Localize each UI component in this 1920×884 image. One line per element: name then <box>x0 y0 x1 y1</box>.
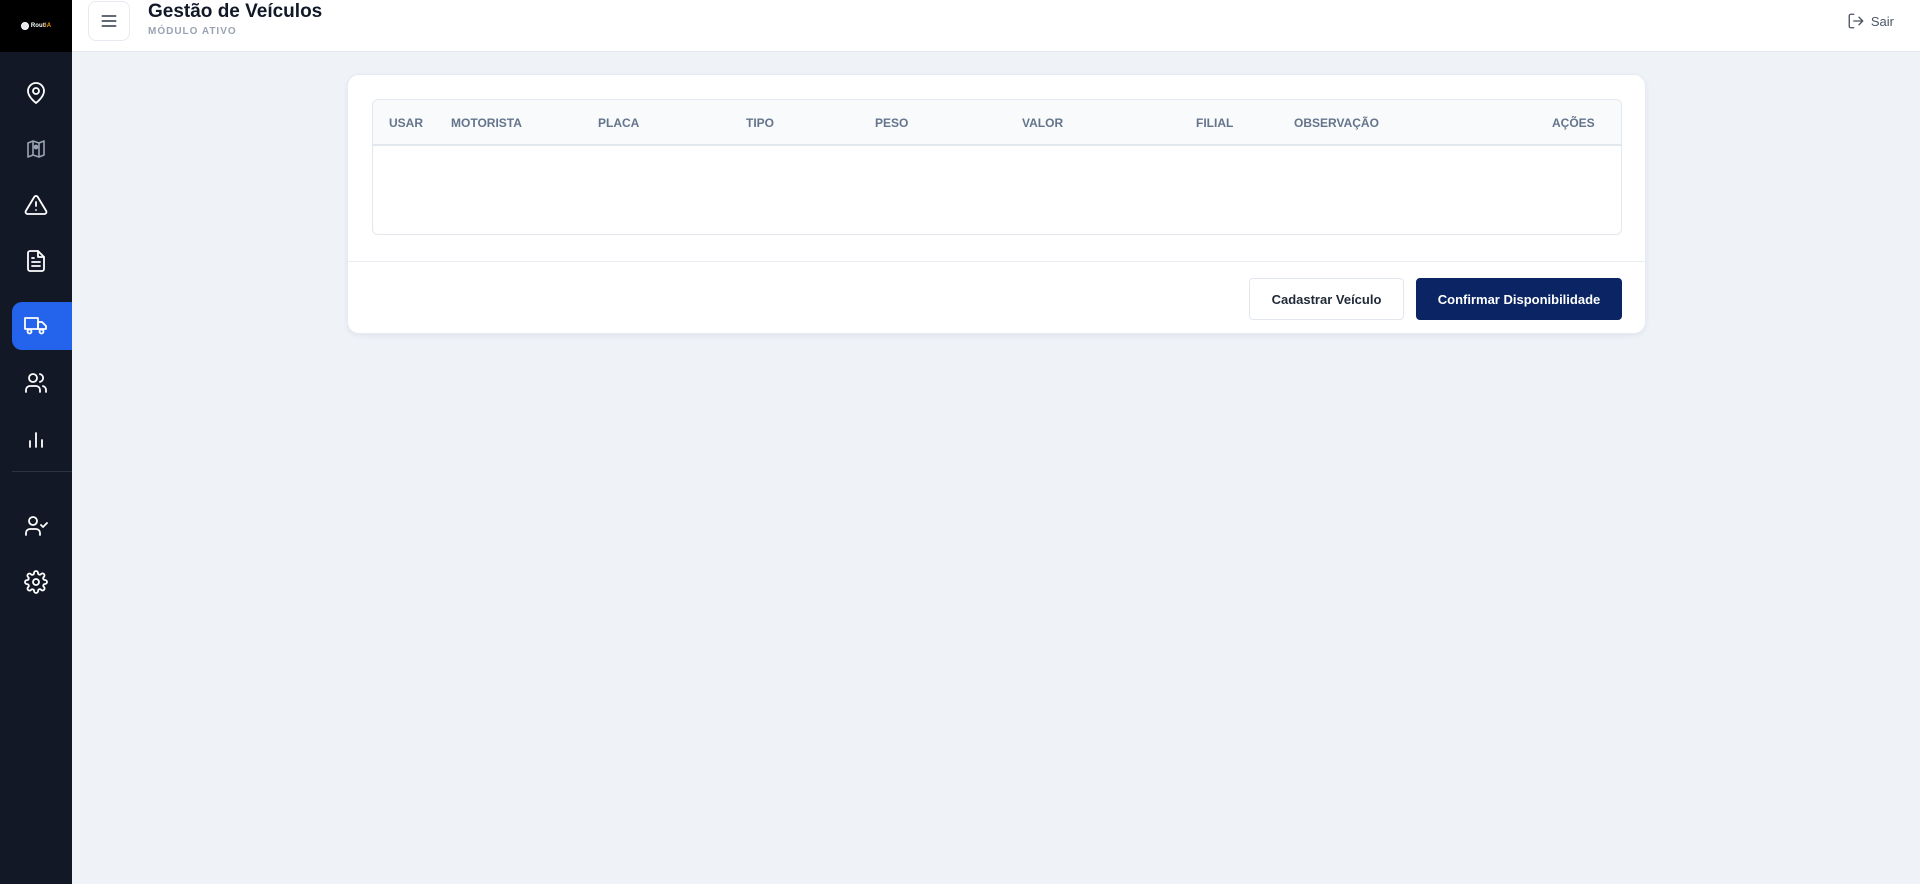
column-header-filial[interactable]: FILIAL <box>1196 116 1233 130</box>
file-text-icon <box>27 250 45 272</box>
sidebar-item-vehicles[interactable] <box>12 302 72 350</box>
logo-area[interactable]: RoutIA <box>0 0 72 52</box>
sidebar-item-users[interactable] <box>12 359 72 407</box>
logout-label: Sair <box>1870 13 1894 29</box>
sidebar-item-map[interactable] <box>12 125 72 173</box>
page-subtitle: MÓDULO ATIVO <box>148 26 237 37</box>
column-header-tipo[interactable]: TIPO <box>746 116 774 130</box>
users-icon <box>25 373 47 393</box>
sidebar-item-user-approval[interactable] <box>12 502 72 550</box>
table-header-row: USAR MOTORISTA PLACA TIPO PESO VALOR FIL… <box>373 100 1621 146</box>
map-pin-icon <box>27 82 45 104</box>
sidebar: RoutIA <box>0 0 72 884</box>
menu-toggle-button[interactable] <box>88 1 130 41</box>
gear-icon <box>24 570 48 594</box>
card-footer-divider <box>348 261 1645 262</box>
register-vehicle-button[interactable]: Cadastrar Veículo <box>1249 278 1404 320</box>
user-check-icon <box>25 516 48 536</box>
sidebar-item-alerts[interactable] <box>12 181 72 229</box>
column-header-placa[interactable]: PLACA <box>598 116 639 130</box>
confirm-availability-button[interactable]: Confirmar Disponibilidade <box>1416 278 1622 320</box>
vehicles-card: USAR MOTORISTA PLACA TIPO PESO VALOR FIL… <box>347 74 1646 334</box>
map-icon <box>27 140 45 158</box>
logo-text: RoutIA <box>31 23 51 29</box>
sidebar-divider <box>12 471 72 472</box>
column-header-motorista[interactable]: MOTORISTA <box>451 116 522 130</box>
hamburger-icon <box>101 15 117 27</box>
page-title: Gestão de Veículos <box>148 1 323 22</box>
logo-text-main: Rout <box>30 23 45 29</box>
sidebar-item-location[interactable] <box>12 69 72 117</box>
column-header-observacao[interactable]: OBSERVAÇÃO <box>1294 116 1379 130</box>
alert-triangle-icon <box>24 195 48 215</box>
column-header-usar[interactable]: USAR <box>389 116 423 130</box>
truck-icon <box>24 317 47 335</box>
sidebar-item-settings[interactable] <box>12 558 72 606</box>
logo-mark-icon <box>20 22 29 30</box>
logout-icon <box>1848 13 1864 29</box>
column-header-acoes[interactable]: AÇÕES <box>1552 116 1595 130</box>
bar-chart-icon <box>29 432 43 448</box>
column-header-valor[interactable]: VALOR <box>1022 116 1063 130</box>
brand-logo: RoutIA <box>20 22 51 30</box>
column-header-peso[interactable]: PESO <box>875 116 908 130</box>
sidebar-item-reports[interactable] <box>12 415 72 463</box>
logout-button[interactable]: Sair <box>1847 12 1894 30</box>
sidebar-item-documents[interactable] <box>12 237 72 285</box>
logo-text-accent: IA <box>44 23 52 29</box>
vehicles-table: USAR MOTORISTA PLACA TIPO PESO VALOR FIL… <box>372 99 1622 235</box>
top-header: Gestão de Veículos MÓDULO ATIVO Sair <box>72 0 1920 52</box>
